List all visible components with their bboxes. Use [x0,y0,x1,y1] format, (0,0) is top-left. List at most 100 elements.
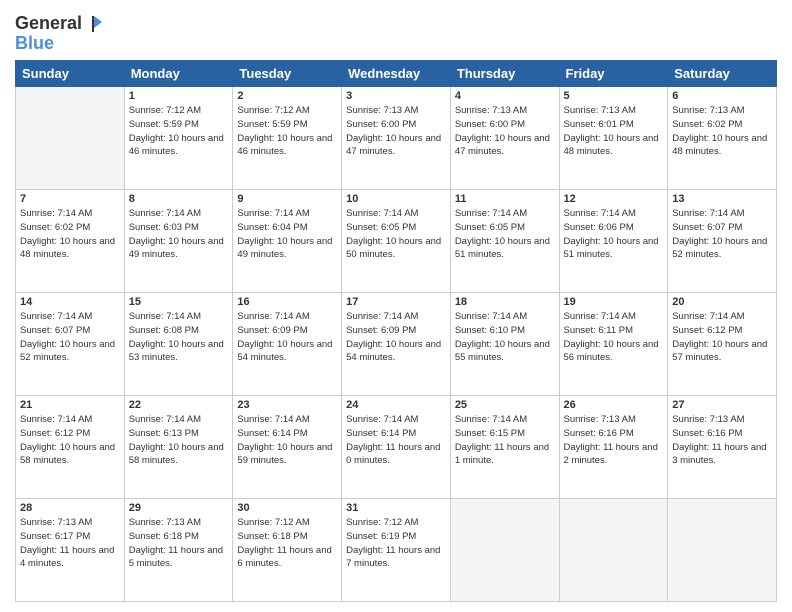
weekday-header: Tuesday [233,61,342,87]
day-info: Sunrise: 7:14 AM Sunset: 6:07 PM Dayligh… [672,207,772,262]
sunrise-label: Sunrise: 7:14 AM [129,414,201,425]
calendar-cell: 22 Sunrise: 7:14 AM Sunset: 6:13 PM Dayl… [124,396,233,499]
calendar-cell: 13 Sunrise: 7:14 AM Sunset: 6:07 PM Dayl… [668,190,777,293]
calendar-cell: 20 Sunrise: 7:14 AM Sunset: 6:12 PM Dayl… [668,293,777,396]
sunset-label: Sunset: 6:19 PM [346,531,416,542]
daylight-label: Daylight: 10 hours and 48 minutes. [672,133,767,158]
day-info: Sunrise: 7:14 AM Sunset: 6:06 PM Dayligh… [564,207,664,262]
day-info: Sunrise: 7:13 AM Sunset: 6:16 PM Dayligh… [672,413,772,468]
sunrise-label: Sunrise: 7:14 AM [455,311,527,322]
day-info: Sunrise: 7:14 AM Sunset: 6:07 PM Dayligh… [20,310,120,365]
sunset-label: Sunset: 6:14 PM [237,428,307,439]
daylight-label: Daylight: 10 hours and 51 minutes. [455,236,550,261]
day-number: 20 [672,296,772,308]
day-info: Sunrise: 7:13 AM Sunset: 6:16 PM Dayligh… [564,413,664,468]
calendar-cell: 21 Sunrise: 7:14 AM Sunset: 6:12 PM Dayl… [16,396,125,499]
sunset-label: Sunset: 6:08 PM [129,325,199,336]
sunrise-label: Sunrise: 7:14 AM [20,414,92,425]
sunrise-label: Sunrise: 7:14 AM [129,311,201,322]
sunset-label: Sunset: 6:02 PM [20,222,90,233]
sunset-label: Sunset: 6:13 PM [129,428,199,439]
sunrise-label: Sunrise: 7:13 AM [20,517,92,528]
weekday-header: Saturday [668,61,777,87]
day-number: 27 [672,399,772,411]
sunset-label: Sunset: 5:59 PM [129,119,199,130]
day-info: Sunrise: 7:14 AM Sunset: 6:04 PM Dayligh… [237,207,337,262]
day-number: 17 [346,296,446,308]
calendar-week-row: 1 Sunrise: 7:12 AM Sunset: 5:59 PM Dayli… [16,87,777,190]
sunset-label: Sunset: 6:03 PM [129,222,199,233]
calendar-cell: 23 Sunrise: 7:14 AM Sunset: 6:14 PM Dayl… [233,396,342,499]
daylight-label: Daylight: 10 hours and 52 minutes. [672,236,767,261]
calendar-cell: 24 Sunrise: 7:14 AM Sunset: 6:14 PM Dayl… [342,396,451,499]
calendar-cell: 2 Sunrise: 7:12 AM Sunset: 5:59 PM Dayli… [233,87,342,190]
sunrise-label: Sunrise: 7:14 AM [237,208,309,219]
daylight-label: Daylight: 10 hours and 49 minutes. [237,236,332,261]
daylight-label: Daylight: 10 hours and 58 minutes. [129,442,224,467]
logo-general: General [15,14,82,34]
sunset-label: Sunset: 6:09 PM [346,325,416,336]
day-info: Sunrise: 7:14 AM Sunset: 6:15 PM Dayligh… [455,413,555,468]
logo: General Blue [15,14,104,54]
day-number: 22 [129,399,229,411]
daylight-label: Daylight: 10 hours and 54 minutes. [237,339,332,364]
sunset-label: Sunset: 6:05 PM [455,222,525,233]
calendar-header-row: SundayMondayTuesdayWednesdayThursdayFrid… [16,61,777,87]
sunset-label: Sunset: 6:04 PM [237,222,307,233]
calendar-week-row: 21 Sunrise: 7:14 AM Sunset: 6:12 PM Dayl… [16,396,777,499]
day-number: 28 [20,502,120,514]
daylight-label: Daylight: 10 hours and 59 minutes. [237,442,332,467]
daylight-label: Daylight: 10 hours and 50 minutes. [346,236,441,261]
daylight-label: Daylight: 10 hours and 51 minutes. [564,236,659,261]
calendar-cell: 9 Sunrise: 7:14 AM Sunset: 6:04 PM Dayli… [233,190,342,293]
sunrise-label: Sunrise: 7:12 AM [237,517,309,528]
sunset-label: Sunset: 6:06 PM [564,222,634,233]
calendar-cell: 12 Sunrise: 7:14 AM Sunset: 6:06 PM Dayl… [559,190,668,293]
sunset-label: Sunset: 6:01 PM [564,119,634,130]
daylight-label: Daylight: 10 hours and 55 minutes. [455,339,550,364]
day-info: Sunrise: 7:14 AM Sunset: 6:14 PM Dayligh… [346,413,446,468]
sunrise-label: Sunrise: 7:12 AM [129,105,201,116]
day-number: 23 [237,399,337,411]
daylight-label: Daylight: 10 hours and 54 minutes. [346,339,441,364]
day-info: Sunrise: 7:14 AM Sunset: 6:09 PM Dayligh… [237,310,337,365]
day-number: 5 [564,90,664,102]
day-info: Sunrise: 7:12 AM Sunset: 5:59 PM Dayligh… [129,104,229,159]
sunset-label: Sunset: 6:11 PM [564,325,634,336]
calendar-cell: 4 Sunrise: 7:13 AM Sunset: 6:00 PM Dayli… [450,87,559,190]
sunrise-label: Sunrise: 7:14 AM [346,311,418,322]
page: General Blue SundayMondayTuesdayWednesda… [0,0,792,612]
calendar-cell: 31 Sunrise: 7:12 AM Sunset: 6:19 PM Dayl… [342,499,451,602]
day-info: Sunrise: 7:14 AM Sunset: 6:14 PM Dayligh… [237,413,337,468]
sunset-label: Sunset: 6:18 PM [237,531,307,542]
day-number: 21 [20,399,120,411]
sunrise-label: Sunrise: 7:14 AM [564,208,636,219]
day-number: 30 [237,502,337,514]
day-number: 31 [346,502,446,514]
calendar-cell: 16 Sunrise: 7:14 AM Sunset: 6:09 PM Dayl… [233,293,342,396]
daylight-label: Daylight: 10 hours and 58 minutes. [20,442,115,467]
day-number: 13 [672,193,772,205]
daylight-label: Daylight: 10 hours and 56 minutes. [564,339,659,364]
day-number: 19 [564,296,664,308]
daylight-label: Daylight: 11 hours and 3 minutes. [672,442,766,467]
calendar-cell: 3 Sunrise: 7:13 AM Sunset: 6:00 PM Dayli… [342,87,451,190]
day-number: 3 [346,90,446,102]
calendar-cell: 27 Sunrise: 7:13 AM Sunset: 6:16 PM Dayl… [668,396,777,499]
sunset-label: Sunset: 6:16 PM [564,428,634,439]
weekday-header: Sunday [16,61,125,87]
day-info: Sunrise: 7:14 AM Sunset: 6:05 PM Dayligh… [346,207,446,262]
sunrise-label: Sunrise: 7:13 AM [564,105,636,116]
calendar-cell: 10 Sunrise: 7:14 AM Sunset: 6:05 PM Dayl… [342,190,451,293]
daylight-label: Daylight: 11 hours and 0 minutes. [346,442,440,467]
weekday-header: Monday [124,61,233,87]
day-number: 12 [564,193,664,205]
sunrise-label: Sunrise: 7:14 AM [237,414,309,425]
sunrise-label: Sunrise: 7:14 AM [20,208,92,219]
day-number: 6 [672,90,772,102]
day-number: 14 [20,296,120,308]
daylight-label: Daylight: 10 hours and 46 minutes. [237,133,332,158]
daylight-label: Daylight: 11 hours and 7 minutes. [346,545,440,570]
day-info: Sunrise: 7:14 AM Sunset: 6:08 PM Dayligh… [129,310,229,365]
day-info: Sunrise: 7:13 AM Sunset: 6:02 PM Dayligh… [672,104,772,159]
